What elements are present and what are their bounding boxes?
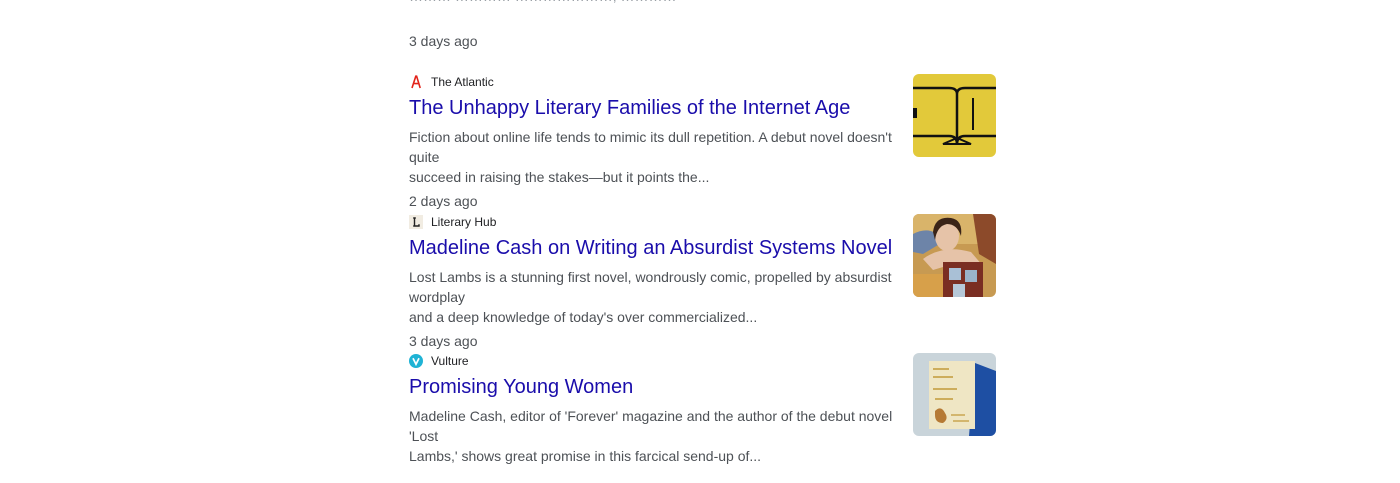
previous-result-time: 3 days ago	[409, 33, 478, 49]
result-snippet-line: Madeline Cash, editor of 'Forever' magaz…	[409, 408, 893, 444]
result-snippet-line: succeed in raising the stakes—but it poi…	[409, 169, 710, 185]
result-source[interactable]: Literary Hub	[409, 214, 904, 230]
previous-result-snippet-fragment: ……… ………… …………………, …………	[409, 0, 679, 6]
result-snippet: Lost Lambs is a stunning first novel, wo…	[409, 267, 904, 327]
result-thumbnail-author-photo[interactable]	[913, 214, 996, 297]
result-snippet: Fiction about online life tends to mimic…	[409, 127, 904, 187]
news-result-vulture[interactable]: Vulture Promising Young Women Madeline C…	[409, 353, 996, 483]
result-snippet-line: Fiction about online life tends to mimic…	[409, 129, 892, 165]
previous-result-snippet-cutoff: ……… ………… …………………, …………	[409, 0, 679, 20]
result-time: 3 days ago	[409, 333, 478, 349]
result-source[interactable]: The Atlantic	[409, 74, 904, 90]
result-title-link[interactable]: Promising Young Women	[409, 374, 904, 400]
result-thumbnail-book-illustration[interactable]	[913, 74, 996, 157]
literary-hub-logo-icon	[409, 215, 423, 229]
source-name: Literary Hub	[431, 215, 497, 229]
result-title-link[interactable]: Madeline Cash on Writing an Absurdist Sy…	[409, 235, 904, 261]
result-snippet-line: Lost Lambs is a stunning first novel, wo…	[409, 269, 892, 305]
source-name: Vulture	[431, 354, 469, 368]
result-text-block: The Atlantic The Unhappy Literary Famili…	[409, 74, 904, 210]
result-text-block: Vulture Promising Young Women Madeline C…	[409, 353, 904, 466]
atlantic-logo-icon	[409, 75, 423, 89]
result-text-block: Literary Hub Madeline Cash on Writing an…	[409, 214, 904, 350]
vulture-logo-icon	[409, 354, 423, 368]
result-source[interactable]: Vulture	[409, 353, 904, 369]
result-title-link[interactable]: The Unhappy Literary Families of the Int…	[409, 95, 904, 121]
result-snippet-line: Lambs,' shows great promise in this farc…	[409, 448, 762, 464]
news-result-literary-hub[interactable]: Literary Hub Madeline Cash on Writing an…	[409, 214, 996, 349]
result-snippet-line: and a deep knowledge of today's over com…	[409, 309, 758, 325]
source-name: The Atlantic	[431, 75, 494, 89]
news-result-atlantic[interactable]: The Atlantic The Unhappy Literary Famili…	[409, 74, 996, 209]
result-snippet: Madeline Cash, editor of 'Forever' magaz…	[409, 406, 904, 466]
result-time: 2 days ago	[409, 193, 478, 209]
result-thumbnail-book-cover[interactable]	[913, 353, 996, 436]
